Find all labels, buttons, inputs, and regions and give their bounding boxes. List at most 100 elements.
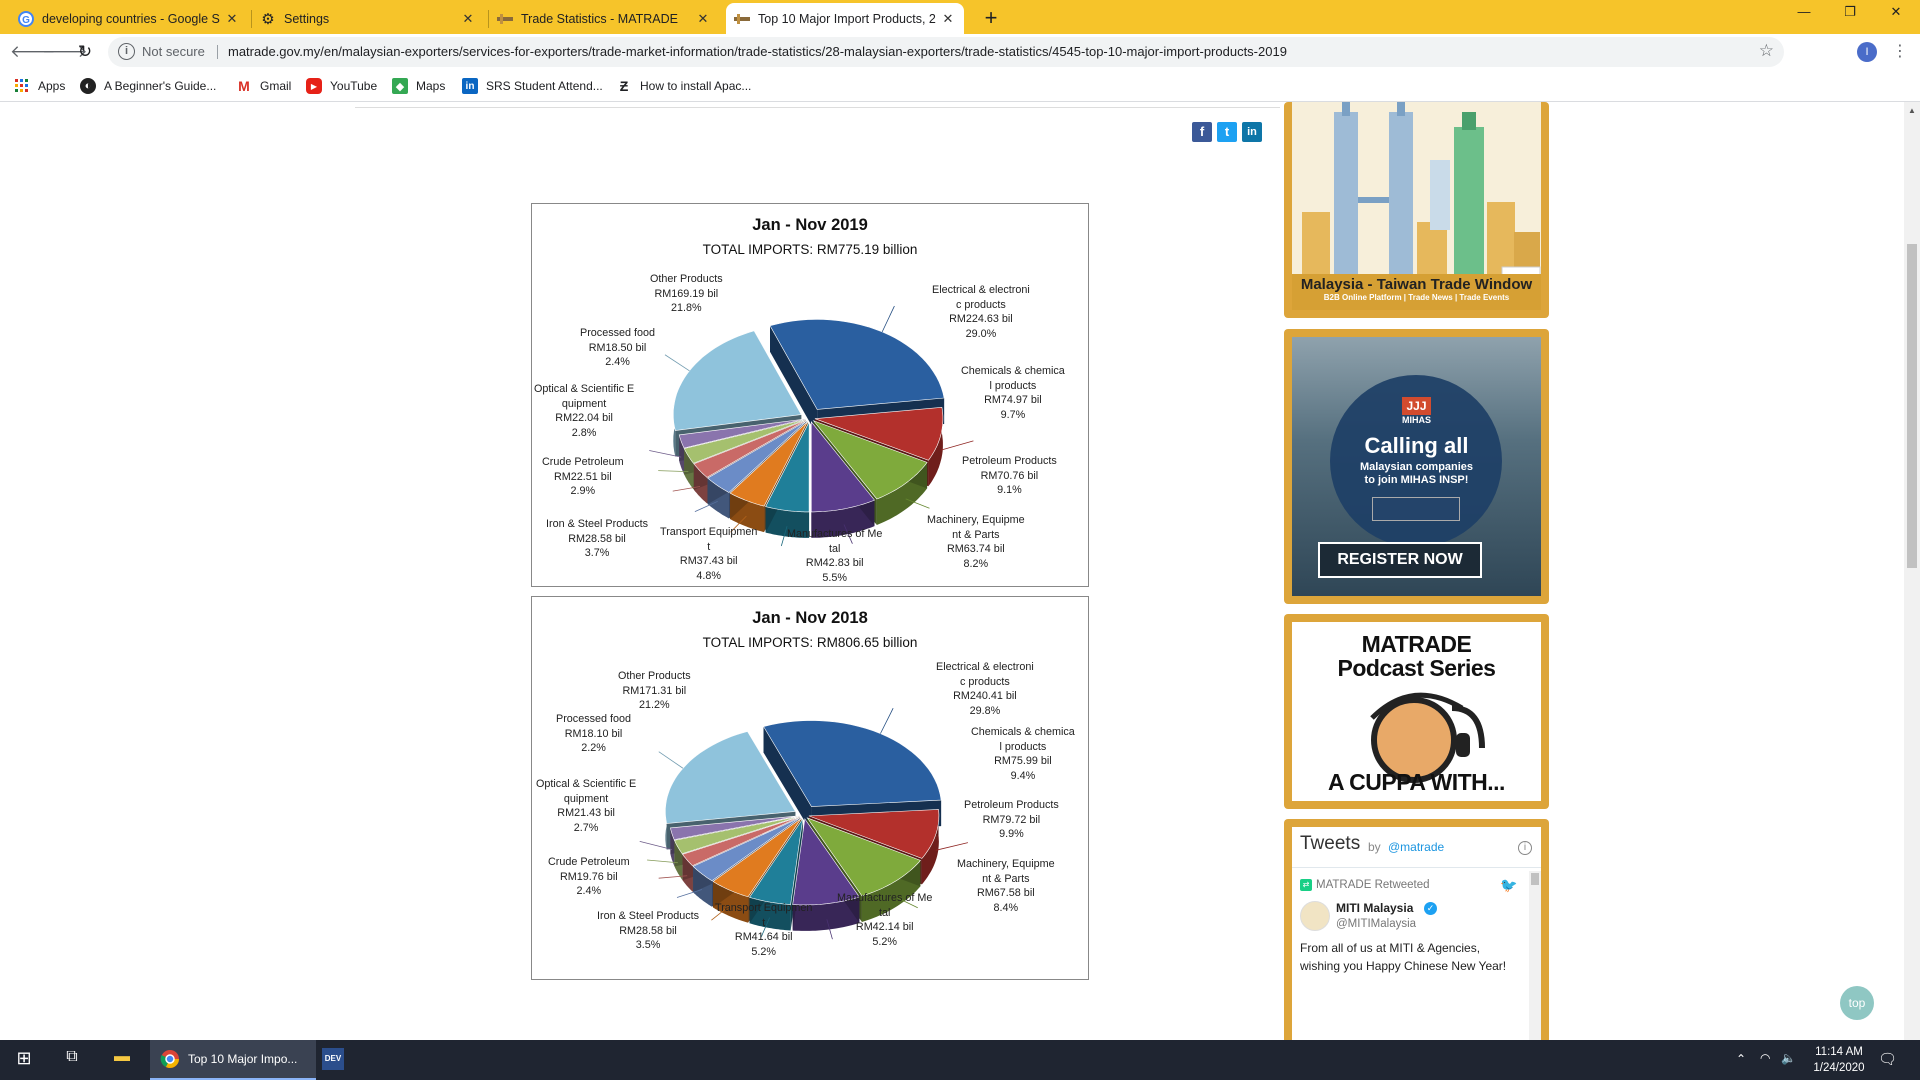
volume-icon[interactable]: 🔈 — [1781, 1051, 1796, 1065]
ad-image: MATRADE Podcast Series A CUPPA WITH... — [1292, 622, 1541, 801]
leader-line — [935, 842, 969, 851]
leader-line — [658, 751, 684, 769]
window-close-button[interactable]: ✕ — [1876, 4, 1916, 26]
tab-settings[interactable]: ⚙ Settings ✕ — [252, 3, 484, 34]
bookmark-youtube[interactable]: ▶ YouTube — [306, 76, 377, 96]
tweets-title: Tweets — [1300, 833, 1361, 854]
wifi-icon[interactable]: ◠ — [1760, 1051, 1770, 1065]
bookmark-label: SRS Student Attend... — [486, 79, 603, 93]
data-label: Petroleum Products RM79.72 bil 9.9% — [964, 799, 1059, 841]
close-icon[interactable]: ✕ — [460, 11, 476, 27]
divider — [355, 107, 1280, 108]
address-bar[interactable]: i Not secure matrade.gov.my/en/malaysian… — [108, 37, 1784, 67]
bookmark-apps[interactable]: Apps — [14, 76, 65, 96]
menu-dots-icon[interactable]: ⋮ — [1892, 41, 1908, 61]
forward-button[interactable]: 🡒 — [42, 42, 88, 64]
dev-app-icon[interactable]: DEV — [322, 1048, 344, 1070]
task-view-icon[interactable]: ⧉ — [60, 1048, 84, 1072]
tab-top-10-import-products[interactable]: Top 10 Major Import Products, 20 ✕ — [726, 3, 964, 34]
data-label: Iron & Steel Products RM28.58 bil 3.7% — [546, 518, 649, 560]
windows-taskbar: ⊞ ⧉ ▬ Top 10 Major Impo... DEV ⌃ ◠ 🔈 11:… — [0, 1040, 1920, 1080]
chrome-icon — [160, 1050, 179, 1068]
data-label: Processed food RM18.10 bil 2.2% — [556, 713, 632, 755]
svg-text:G: G — [22, 15, 30, 26]
matrade-icon — [497, 11, 513, 27]
taskbar-clock[interactable]: 11:14 AM 1/24/2020 — [1806, 1044, 1872, 1076]
tweets-handle[interactable]: @matrade — [1388, 840, 1444, 854]
page-scrollbar[interactable]: ▲ — [1904, 102, 1920, 1040]
tab-label: developing countries - Google Se — [42, 11, 220, 26]
ad-malaysia-taiwan-trade-window[interactable]: Malaysia - Taiwan Trade Window B2B Onlin… — [1284, 102, 1549, 318]
gear-icon: ⚙ — [261, 10, 275, 28]
url-text[interactable]: matrade.gov.my/en/malaysian-exporters/se… — [228, 44, 1287, 59]
tab-label: Settings — [284, 11, 330, 26]
bookmark-srs[interactable]: in SRS Student Attend... — [462, 76, 603, 96]
close-icon[interactable]: ✕ — [940, 11, 956, 27]
ad-body: Malaysian companies to join MIHAS INSP! — [1359, 461, 1474, 486]
minimize-button[interactable]: — — [1784, 4, 1824, 26]
windows-start-icon[interactable]: ⊞ — [12, 1048, 36, 1072]
data-label: Manufactures of Me tal RM42.83 bil 5.5% — [787, 528, 883, 584]
tray-chevron-icon[interactable]: ⌃ — [1736, 1052, 1746, 1066]
clock-date: 1/24/2020 — [1813, 1062, 1865, 1074]
data-label: Processed food RM18.50 bil 2.4% — [580, 327, 656, 369]
bookmark-label: YouTube — [330, 79, 378, 93]
widget-scrollbar[interactable] — [1529, 871, 1541, 1040]
close-icon[interactable]: ✕ — [695, 11, 711, 27]
ad-matrade-podcast[interactable]: MATRADE Podcast Series A CUPPA WITH... — [1284, 614, 1549, 809]
taskbar-chrome-app[interactable]: Top 10 Major Impo... — [150, 1040, 316, 1080]
avatar[interactable] — [1300, 901, 1330, 931]
data-label: Electrical & electroni c products RM224.… — [932, 284, 1030, 340]
bookmark-label: Apps — [38, 79, 66, 93]
widget-scroll-thumb[interactable] — [1531, 873, 1539, 885]
back-to-top-button[interactable]: top — [1840, 986, 1874, 1020]
tab-trade-statistics[interactable]: Trade Statistics - MATRADE ✕ — [489, 3, 719, 34]
data-label: Iron & Steel Products RM28.58 bil 3.5% — [597, 910, 700, 952]
bookmark-maps[interactable]: ◆ Maps — [392, 76, 445, 96]
divider — [1292, 867, 1541, 868]
info-icon[interactable]: i — [1518, 841, 1532, 855]
mihas-logo-text: MIHAS — [1402, 415, 1431, 425]
tweet-author-handle[interactable]: @MITIMalaysia — [1336, 918, 1416, 930]
file-explorer-icon[interactable]: ▬ — [110, 1048, 134, 1072]
ad-title: Malaysia - Taiwan Trade Window — [1300, 276, 1533, 293]
restore-button[interactable]: ❐ — [1830, 4, 1870, 26]
ad-caption: Malaysia - Taiwan Trade Window B2B Onlin… — [1292, 274, 1541, 310]
globe-icon: ◐ — [80, 78, 96, 94]
gmail-icon: M — [238, 78, 250, 94]
data-label: Crude Petroleum RM22.51 bil 2.9% — [542, 456, 624, 498]
back-button[interactable]: 🡐 — [10, 42, 56, 64]
bookmark-apache[interactable]: Ƶ How to install Apac... — [616, 76, 752, 96]
tab-google-search[interactable]: G developing countries - Google Se ✕ — [10, 3, 248, 34]
new-tab-button[interactable]: + — [978, 6, 1004, 32]
register-now-button[interactable]: REGISTER NOW — [1318, 542, 1482, 578]
data-label: Crude Petroleum RM19.76 bil 2.4% — [548, 856, 630, 898]
bookmark-gmail[interactable]: M Gmail — [236, 76, 291, 96]
info-icon[interactable]: i — [118, 43, 135, 60]
scroll-up-arrow-icon[interactable]: ▲ — [1908, 106, 1916, 115]
data-label: Chemicals & chemica l products RM75.99 b… — [971, 726, 1075, 782]
clock-time: 11:14 AM — [1815, 1046, 1863, 1058]
twitter-share-icon[interactable]: t — [1217, 122, 1237, 142]
bookmark-star-icon[interactable]: ☆ — [1759, 41, 1774, 61]
profile-avatar[interactable]: I — [1857, 42, 1877, 62]
linkedin-share-icon[interactable]: in — [1242, 122, 1262, 142]
taskbar-app-label: Top 10 Major Impo... — [188, 1052, 298, 1066]
ad-mihas[interactable]: JJJ MIHAS Calling all Malaysian companie… — [1284, 329, 1549, 604]
reload-button[interactable]: ↻ — [74, 42, 96, 64]
tweet-author[interactable]: MITI Malaysia — [1336, 901, 1413, 915]
facebook-share-icon[interactable]: f — [1192, 122, 1212, 142]
maps-icon: ◆ — [392, 78, 408, 94]
tweets-by: by — [1368, 840, 1381, 854]
data-label: Other Products RM169.19 bil 21.8% — [650, 273, 723, 315]
ad-subtitle: B2B Online Platform | Trade News | Trade… — [1323, 293, 1510, 302]
browser-toolbar: 🡐 🡒 ↻ i Not secure matrade.gov.my/en/mal… — [0, 34, 1920, 70]
ad-title-line: Podcast Series — [1337, 655, 1496, 681]
data-label: Petroleum Products RM70.76 bil 9.1% — [962, 455, 1057, 497]
bookmark-beginners-guide[interactable]: ◐ A Beginner's Guide... — [80, 76, 216, 96]
page-scroll-thumb[interactable] — [1907, 244, 1917, 568]
notifications-icon[interactable]: 🗨 — [1878, 1050, 1897, 1068]
close-icon[interactable]: ✕ — [224, 11, 240, 27]
browser-tab-bar: G developing countries - Google Se ✕ ⚙ S… — [0, 0, 1920, 34]
ad-title-line: MATRADE — [1361, 631, 1472, 657]
